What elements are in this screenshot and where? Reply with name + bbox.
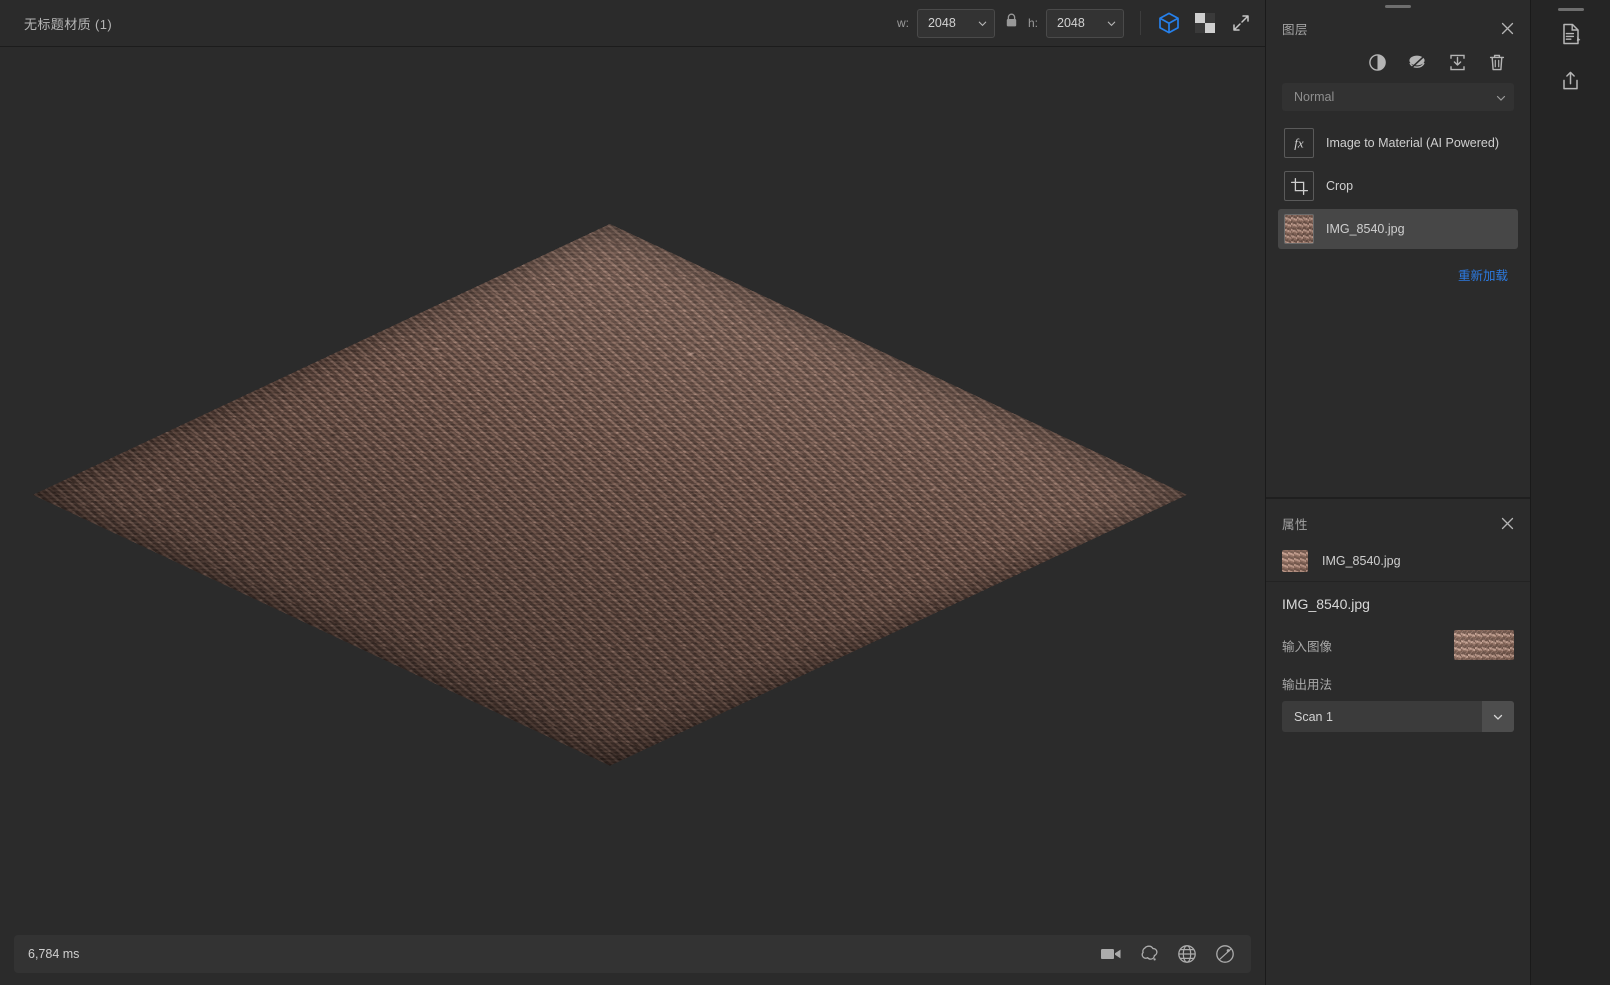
image-thumbnail bbox=[1284, 214, 1314, 244]
status-bar: 6,784 ms bbox=[14, 935, 1251, 973]
document-edit-icon[interactable] bbox=[1549, 11, 1593, 57]
blend-mode-row: Normal bbox=[1266, 83, 1530, 123]
render-time: 6,784 ms bbox=[28, 947, 80, 961]
output-usage-label: 输出用法 bbox=[1282, 678, 1333, 692]
dock-drag-handle[interactable] bbox=[1385, 5, 1411, 8]
reload-row: 重新加载 bbox=[1266, 249, 1530, 284]
height-label: h: bbox=[1027, 16, 1038, 30]
properties-file-row[interactable]: IMG_8540.jpg bbox=[1266, 541, 1530, 581]
height-value: 2048 bbox=[1057, 16, 1085, 30]
chevron-down-icon bbox=[977, 18, 988, 29]
app-window: 无标题材质 (1) w: 2048 h: 2048 6,784 ms 图层 No… bbox=[0, 0, 1610, 985]
image-thumbnail bbox=[1282, 550, 1308, 572]
material-plane[interactable] bbox=[32, 223, 1187, 766]
top-toolbar: 无标题材质 (1) w: 2048 h: 2048 bbox=[0, 0, 1265, 47]
chevron-down-icon bbox=[1495, 92, 1506, 103]
expand-arrows-icon[interactable] bbox=[1223, 5, 1259, 41]
blend-mode-dropdown[interactable]: Normal bbox=[1282, 83, 1514, 111]
viewport-controls bbox=[1099, 942, 1237, 966]
properties-panel-header: 属性 bbox=[1266, 505, 1530, 541]
input-image-label: 输入图像 bbox=[1282, 639, 1333, 654]
plane-lighting-overlay bbox=[32, 223, 1187, 766]
fx-icon: fx bbox=[1284, 128, 1314, 158]
environment-icon[interactable] bbox=[1137, 942, 1161, 966]
close-icon[interactable] bbox=[1498, 514, 1516, 532]
lock-icon[interactable] bbox=[1005, 13, 1018, 33]
properties-heading: IMG_8540.jpg bbox=[1282, 596, 1370, 612]
svg-text:fx: fx bbox=[1294, 136, 1304, 151]
output-usage-dropdown[interactable]: Scan 1 bbox=[1282, 701, 1514, 732]
material-plane-wrapper bbox=[0, 47, 1265, 985]
export-icon[interactable] bbox=[1549, 57, 1593, 103]
properties-panel-title: 属性 bbox=[1282, 517, 1309, 532]
properties-panel: 属性 IMG_8540.jpg IMG_8540.jpg 输入图像 输出用法 S… bbox=[1266, 498, 1530, 985]
layer-label: Image to Material (AI Powered) bbox=[1326, 136, 1499, 150]
chevron-down-icon bbox=[1482, 701, 1514, 732]
document-title: 无标题材质 (1) bbox=[24, 16, 113, 32]
effects-icon[interactable] bbox=[1406, 51, 1428, 73]
width-dropdown[interactable]: 2048 bbox=[916, 8, 995, 38]
layers-list: fx Image to Material (AI Powered) Crop I… bbox=[1266, 123, 1530, 249]
layers-toolbar bbox=[1266, 47, 1530, 83]
globe-grid-icon[interactable] bbox=[1175, 942, 1199, 966]
output-usage-block: 输出用法 Scan 1 bbox=[1282, 674, 1514, 732]
width-value: 2048 bbox=[927, 16, 956, 30]
adjustment-icon[interactable] bbox=[1366, 51, 1388, 73]
close-icon[interactable] bbox=[1498, 19, 1516, 37]
delete-icon[interactable] bbox=[1486, 51, 1508, 73]
layer-row[interactable]: Crop bbox=[1278, 166, 1518, 206]
blend-mode-value: Normal bbox=[1294, 90, 1335, 104]
right-rail bbox=[1530, 0, 1610, 985]
layers-panel-title: 图层 bbox=[1282, 22, 1309, 37]
layer-row[interactable]: fx Image to Material (AI Powered) bbox=[1278, 123, 1518, 163]
import-icon[interactable] bbox=[1446, 51, 1468, 73]
crop-icon bbox=[1284, 171, 1314, 201]
output-usage-value: Scan 1 bbox=[1294, 709, 1333, 724]
properties-file-name: IMG_8540.jpg bbox=[1322, 554, 1401, 568]
toolbar-right-group: w: 2048 h: 2048 bbox=[897, 0, 1265, 46]
layer-row[interactable]: IMG_8540.jpg bbox=[1278, 209, 1518, 249]
properties-body: IMG_8540.jpg 输入图像 输出用法 Scan 1 bbox=[1266, 582, 1530, 740]
main-area: 无标题材质 (1) w: 2048 h: 2048 6,784 ms bbox=[0, 0, 1265, 985]
input-image-preview[interactable] bbox=[1454, 630, 1514, 660]
width-label: w: bbox=[896, 16, 909, 30]
camera-icon[interactable] bbox=[1099, 942, 1123, 966]
layers-panel-header: 图层 bbox=[1266, 9, 1530, 47]
height-dropdown[interactable]: 2048 bbox=[1046, 8, 1124, 38]
material-sphere-icon[interactable] bbox=[1213, 942, 1237, 966]
input-image-row: 输入图像 bbox=[1282, 630, 1514, 660]
right-dock: 图层 Normal fx Image to Material (AI Power… bbox=[1265, 0, 1530, 985]
layer-label: Crop bbox=[1326, 179, 1354, 193]
layer-label: IMG_8540.jpg bbox=[1326, 222, 1405, 236]
viewport-3d[interactable]: 6,784 ms bbox=[0, 47, 1265, 985]
toolbar-divider bbox=[1140, 11, 1141, 35]
checkerboard-2d-icon[interactable] bbox=[1187, 5, 1223, 41]
reload-link[interactable]: 重新加载 bbox=[1458, 265, 1508, 284]
cube-3d-icon[interactable] bbox=[1151, 5, 1187, 41]
chevron-down-icon bbox=[1106, 18, 1117, 29]
